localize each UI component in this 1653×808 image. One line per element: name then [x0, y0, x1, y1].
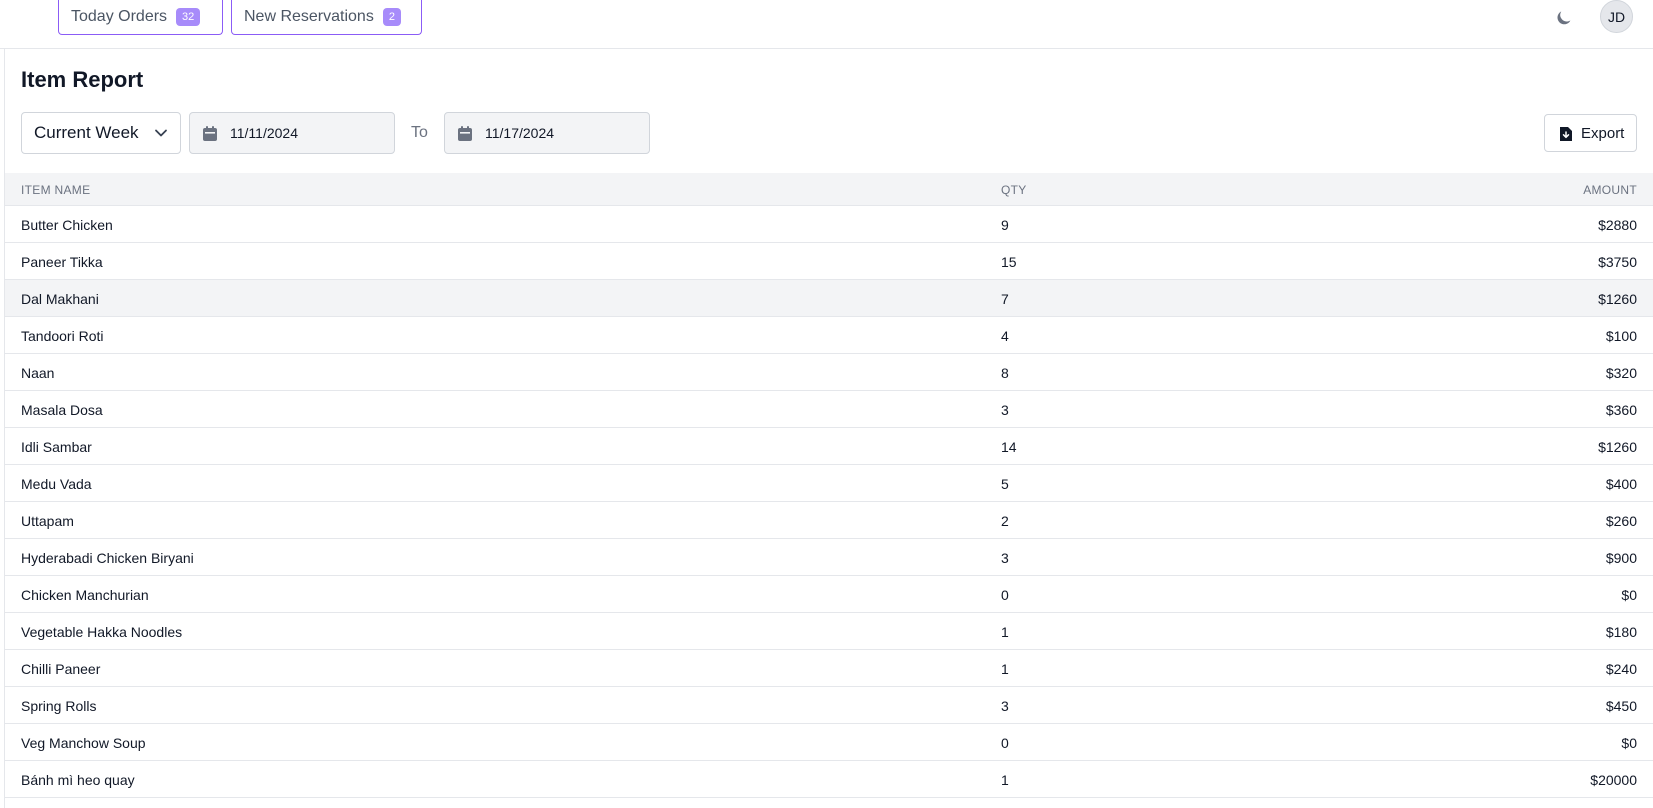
qty-cell: 4	[1001, 328, 1009, 344]
table-row[interactable]: Bánh mì heo quay 1 $20000	[5, 761, 1653, 798]
amount-cell: $360	[1605, 402, 1637, 418]
qty-cell: 3	[1001, 698, 1009, 714]
table-row[interactable]: Masala Dosa 3 $360	[5, 391, 1653, 428]
qty-cell: 1	[1001, 661, 1009, 677]
moon-icon[interactable]	[1554, 8, 1574, 28]
column-header-item-name[interactable]: ITEM NAME	[21, 183, 90, 197]
amount-cell: $180	[1605, 624, 1637, 640]
amount-cell: $2880	[1598, 217, 1637, 233]
item-name-cell: Veg Manchow Soup	[21, 735, 146, 751]
item-name-cell: Bánh mì heo quay	[21, 772, 135, 788]
top-bar: Today Orders 32 New Reservations 2 JD	[0, 0, 1653, 49]
qty-cell: 2	[1001, 513, 1009, 529]
download-file-icon	[1560, 127, 1572, 141]
calendar-icon	[458, 126, 472, 141]
table-row[interactable]: Veg Manchow Soup 0 $0	[5, 724, 1653, 761]
table-row[interactable]: Dal Makhani 7 $1260	[5, 280, 1653, 317]
qty-cell: 7	[1001, 291, 1009, 307]
today-orders-count-badge: 32	[176, 7, 201, 26]
amount-cell: $3750	[1598, 254, 1637, 270]
column-header-amount[interactable]: AMOUNT	[1583, 183, 1637, 197]
item-name-cell: Idli Sambar	[21, 439, 92, 455]
item-name-cell: Paneer Tikka	[21, 254, 103, 270]
amount-cell: $400	[1605, 476, 1637, 492]
date-range-selected-value: Current Week	[34, 123, 139, 142]
table-row[interactable]: Chicken Manchurian 0 $0	[5, 576, 1653, 613]
qty-cell: 8	[1001, 365, 1009, 381]
item-name-cell: Butter Chicken	[21, 217, 113, 233]
table-row[interactable]: Tandoori Roti 4 $100	[5, 317, 1653, 354]
qty-cell: 3	[1001, 402, 1009, 418]
qty-cell: 14	[1001, 439, 1017, 455]
table-body: Butter Chicken 9 $2880 Paneer Tikka 15 $3750 D…	[5, 206, 1653, 798]
qty-cell: 0	[1001, 735, 1009, 751]
table-row[interactable]: Idli Sambar 14 $1260	[5, 428, 1653, 465]
table-row[interactable]: Vegetable Hakka Noodles 1 $180	[5, 613, 1653, 650]
amount-cell: $450	[1605, 698, 1637, 714]
amount-cell: $260	[1605, 513, 1637, 529]
to-label: To	[411, 124, 428, 141]
item-name-cell: Hyderabadi Chicken Biryani	[21, 550, 194, 566]
export-button[interactable]: Export	[1544, 114, 1637, 152]
new-reservations-count-badge: 2	[382, 7, 401, 26]
from-date-input[interactable]: 11/11/2024	[189, 112, 395, 154]
table-row[interactable]: Hyderabadi Chicken Biryani 3 $900	[5, 539, 1653, 576]
table-row[interactable]: Uttapam 2 $260	[5, 502, 1653, 539]
qty-cell: 15	[1001, 254, 1017, 270]
amount-cell: $20000	[1590, 772, 1637, 788]
page-title: Item Report	[21, 67, 144, 92]
amount-cell: $100	[1605, 328, 1637, 344]
qty-cell: 0	[1001, 587, 1009, 603]
table-row[interactable]: Medu Vada 5 $400	[5, 465, 1653, 502]
to-date-value: 11/17/2024	[485, 125, 555, 141]
table-header: ITEM NAME QTY AMOUNT	[5, 173, 1653, 206]
item-name-cell: Masala Dosa	[21, 402, 103, 418]
item-name-cell: Tandoori Roti	[21, 328, 104, 344]
item-name-cell: Uttapam	[21, 513, 74, 529]
amount-cell: $240	[1605, 661, 1637, 677]
amount-cell: $0	[1621, 587, 1637, 603]
item-name-cell: Chilli Paneer	[21, 661, 101, 677]
item-name-cell: Naan	[21, 365, 55, 381]
qty-cell: 1	[1001, 624, 1009, 640]
calendar-icon	[203, 126, 217, 141]
amount-cell: $900	[1605, 550, 1637, 566]
qty-cell: 5	[1001, 476, 1009, 492]
table-row[interactable]: Butter Chicken 9 $2880	[5, 206, 1653, 243]
table-row[interactable]: Paneer Tikka 15 $3750	[5, 243, 1653, 280]
item-name-cell: Vegetable Hakka Noodles	[21, 624, 183, 640]
new-reservations-label: New Reservations	[244, 7, 374, 25]
item-name-cell: Spring Rolls	[21, 698, 97, 714]
qty-cell: 3	[1001, 550, 1009, 566]
user-avatar[interactable]: JD	[1600, 0, 1633, 33]
item-name-cell: Medu Vada	[21, 476, 92, 492]
amount-cell: $320	[1605, 365, 1637, 381]
amount-cell: $1260	[1598, 439, 1637, 455]
qty-cell: 1	[1001, 772, 1009, 788]
item-name-cell: Dal Makhani	[21, 291, 99, 307]
table-row[interactable]: Naan 8 $320	[5, 354, 1653, 391]
item-name-cell: Chicken Manchurian	[21, 587, 149, 603]
column-header-qty[interactable]: QTY	[1001, 183, 1027, 197]
today-orders-label: Today Orders	[71, 7, 168, 25]
export-label: Export	[1581, 124, 1625, 142]
date-range-select[interactable]: Current Week	[21, 112, 181, 154]
item-report-table: ITEM NAME QTY AMOUNT Butter Chicken 9 $288…	[5, 173, 1653, 798]
user-initials: JD	[1607, 8, 1626, 25]
table-row[interactable]: Chilli Paneer 1 $240	[5, 650, 1653, 687]
amount-cell: $0	[1621, 735, 1637, 751]
amount-cell: $1260	[1598, 291, 1637, 307]
to-date-input[interactable]: 11/17/2024	[444, 112, 650, 154]
table-row[interactable]: Spring Rolls 3 $450	[5, 687, 1653, 724]
qty-cell: 9	[1001, 217, 1009, 233]
chevron-down-icon	[155, 129, 167, 137]
from-date-value: 11/11/2024	[230, 125, 298, 141]
new-reservations-button[interactable]: New Reservations 2	[231, 0, 422, 35]
today-orders-button[interactable]: Today Orders 32	[58, 0, 223, 35]
